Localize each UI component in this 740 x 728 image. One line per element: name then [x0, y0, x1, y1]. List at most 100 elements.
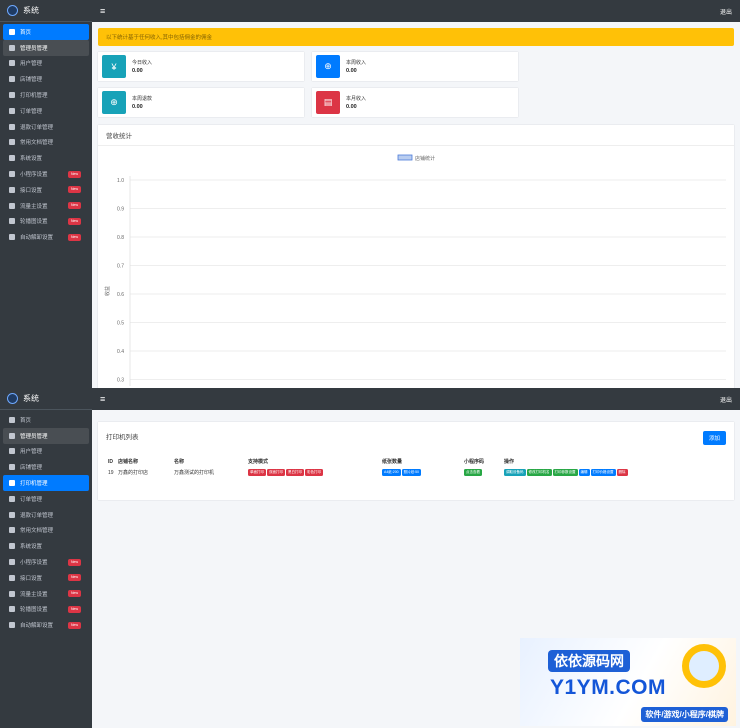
sidebar-item[interactable]: 系统设置 [3, 150, 89, 166]
cell-name: 万鑫测试的打印机 [174, 470, 215, 476]
logout-link[interactable]: 退出 [720, 395, 732, 404]
printer-icon [9, 480, 15, 487]
user-tie-icon [9, 44, 15, 51]
stat-box: ¥ 今日收入 0.00 [98, 52, 304, 81]
sidebar-item-label: 接口设置 [20, 187, 43, 194]
printer-icon [9, 92, 15, 99]
search-dollar-icon: ⊕ [102, 91, 126, 114]
column-header: 支持模式 [248, 459, 269, 465]
sidebar-item[interactable]: 流量主设置 New [3, 586, 89, 602]
sidebar-item-label: 订单管理 [20, 496, 43, 503]
mode-tag: 彩色打印 [305, 469, 323, 476]
dashboard-panel: 系统 首页 管理员管理 用户管理 店铺管理 打印机管理 订单管理 退款订单管理 常用文档管理系… [0, 0, 740, 388]
sidebar-item[interactable]: 常用文档管理 [3, 135, 89, 151]
sidebar-item[interactable]: 店铺管理 [3, 459, 89, 475]
sidebar-item[interactable]: 管理员管理 [3, 39, 89, 56]
stat-box: ⊕ 本周退款 0.00 [98, 88, 304, 117]
sidebar-item-label: 自动解卸设置 [20, 235, 54, 242]
sidebar-item[interactable]: 自动解卸设置 New [3, 617, 89, 633]
logo-icon [7, 5, 18, 16]
brand-title: 系统 [23, 6, 39, 15]
chart-card-title: 营收统计 [98, 125, 734, 146]
home-icon [9, 416, 15, 423]
watermark-line2: Y1YM.COM [550, 676, 667, 699]
sidebar-item[interactable]: 打印机管理 [3, 87, 89, 103]
stat-text: 本周收入 0.00 [346, 59, 366, 74]
cell-shop: 万鑫的打印店 [118, 470, 149, 476]
table-header-row: ID 店铺名称 名称 支持模式 纸张数量 小程序码 操作 [106, 456, 672, 467]
sidebar-item-label: 小程序设置 [20, 172, 48, 179]
logout-link[interactable]: 退出 [720, 7, 732, 16]
stats-alert: 以下统计基于任何收入,其中包括佣金的佣金 [98, 28, 734, 46]
action-button[interactable]: 修改打印机名 [526, 469, 552, 476]
brand[interactable]: 系统 [0, 388, 92, 410]
action-button[interactable]: 打印参数设置 [552, 469, 578, 476]
sidebar-item[interactable]: 常用文档管理 [3, 523, 89, 539]
store-icon [9, 464, 15, 471]
table-row: 19 万鑫的打印店 万鑫测试的打印机 单面打印 双面打印 黑白打印 彩色打印 A4纸:200 照… [106, 467, 672, 478]
sidebar-item[interactable]: 用户管理 [3, 56, 89, 72]
cell-modes: 单面打印 双面打印 黑白打印 彩色打印 [246, 467, 380, 478]
menu-toggle-icon[interactable]: ≡ [100, 394, 105, 404]
image-icon [9, 606, 15, 613]
image-icon [9, 218, 15, 225]
sidebar-item[interactable]: 系统设置 [3, 538, 89, 554]
sidebar-item-label: 接口设置 [20, 575, 43, 582]
add-printer-button[interactable]: 添加 [702, 431, 726, 445]
stat-value: 0.00 [346, 68, 357, 74]
sidebar-item[interactable]: 小程序设置 New [3, 554, 89, 570]
qrcode-view-button[interactable]: 点击查看 [464, 469, 482, 476]
action-button[interactable]: 编辑 [578, 469, 590, 476]
sidebar-item-label: 轮播图设置 [20, 219, 48, 226]
brand[interactable]: 系统 [0, 0, 92, 22]
sidebar-item-label: 小程序设置 [20, 560, 48, 567]
stat-text: 本周退款 0.00 [132, 95, 152, 110]
y-tick-label: 0.3 [117, 378, 124, 384]
user-icon [9, 448, 15, 455]
sidebar-item[interactable]: 退款订单管理 [3, 119, 89, 135]
sidebar-item[interactable]: 自动解卸设置 New [3, 229, 89, 245]
logo-icon [7, 393, 18, 404]
user-icon [9, 60, 15, 67]
action-button[interactable]: 调取设备码 [504, 469, 526, 476]
sidebar-item[interactable]: 接口设置 New [3, 182, 89, 198]
sidebar-item-label: 常用文档管理 [20, 528, 54, 535]
sidebar-item-label: 轮播图设置 [20, 607, 48, 614]
stat-label: 本周退款 [132, 96, 153, 102]
menu-toggle-icon[interactable]: ≡ [100, 6, 105, 16]
sidebar-item[interactable]: 用户管理 [3, 444, 89, 460]
sidebar-item[interactable]: 首页 [3, 24, 89, 40]
sidebar-item[interactable]: 轮播图设置 New [3, 602, 89, 618]
document-icon [9, 527, 15, 534]
sidebar-item[interactable]: 打印机管理 [3, 475, 89, 491]
sidebar-item[interactable]: 接口设置 New [3, 570, 89, 586]
sidebar-item[interactable]: 订单管理 [3, 491, 89, 507]
stat-label: 今日收入 [132, 60, 153, 66]
home-icon [9, 28, 15, 35]
store-icon [9, 76, 15, 83]
heart-icon [9, 186, 15, 193]
action-button[interactable]: 打印价格设置 [590, 469, 616, 476]
sidebar-item[interactable]: 首页 [3, 412, 89, 428]
revenue-chart-card: 营收统计 店铺统计 收益 1.0 0.9 0.8 0.7 0.6 0.5 0.4 0.3 [98, 125, 734, 388]
user-tie-icon [9, 432, 15, 439]
sidebar-item[interactable]: 流量主设置 New [3, 198, 89, 214]
order-icon [9, 107, 15, 114]
top-navbar: ≡ 退出 [92, 0, 740, 22]
magnifier-icon [682, 644, 726, 688]
search-dollar-icon: ⊕ [316, 55, 340, 78]
new-badge: New [67, 574, 81, 582]
column-header: 小程序码 [464, 459, 485, 465]
document-icon [9, 139, 15, 146]
action-button[interactable]: 删除 [616, 469, 628, 476]
sidebar-item[interactable]: 店铺管理 [3, 71, 89, 87]
sidebar-item[interactable]: 管理员管理 [3, 427, 89, 444]
sidebar-menu: 首页 管理员管理 用户管理 店铺管理 打印机管理订单管理退款订单管理常用文档管理系统设置… [0, 410, 92, 635]
sidebar-item-label: 自动解卸设置 [20, 623, 54, 630]
sidebar-item[interactable]: 订单管理 [3, 103, 89, 119]
heart-icon [9, 171, 15, 178]
sidebar-item[interactable]: 轮播图设置 New [3, 214, 89, 230]
sidebar-item[interactable]: 小程序设置 New [3, 166, 89, 182]
sidebar-item[interactable]: 退款订单管理 [3, 507, 89, 523]
sidebar-item-label: 流量主设置 [20, 591, 48, 598]
